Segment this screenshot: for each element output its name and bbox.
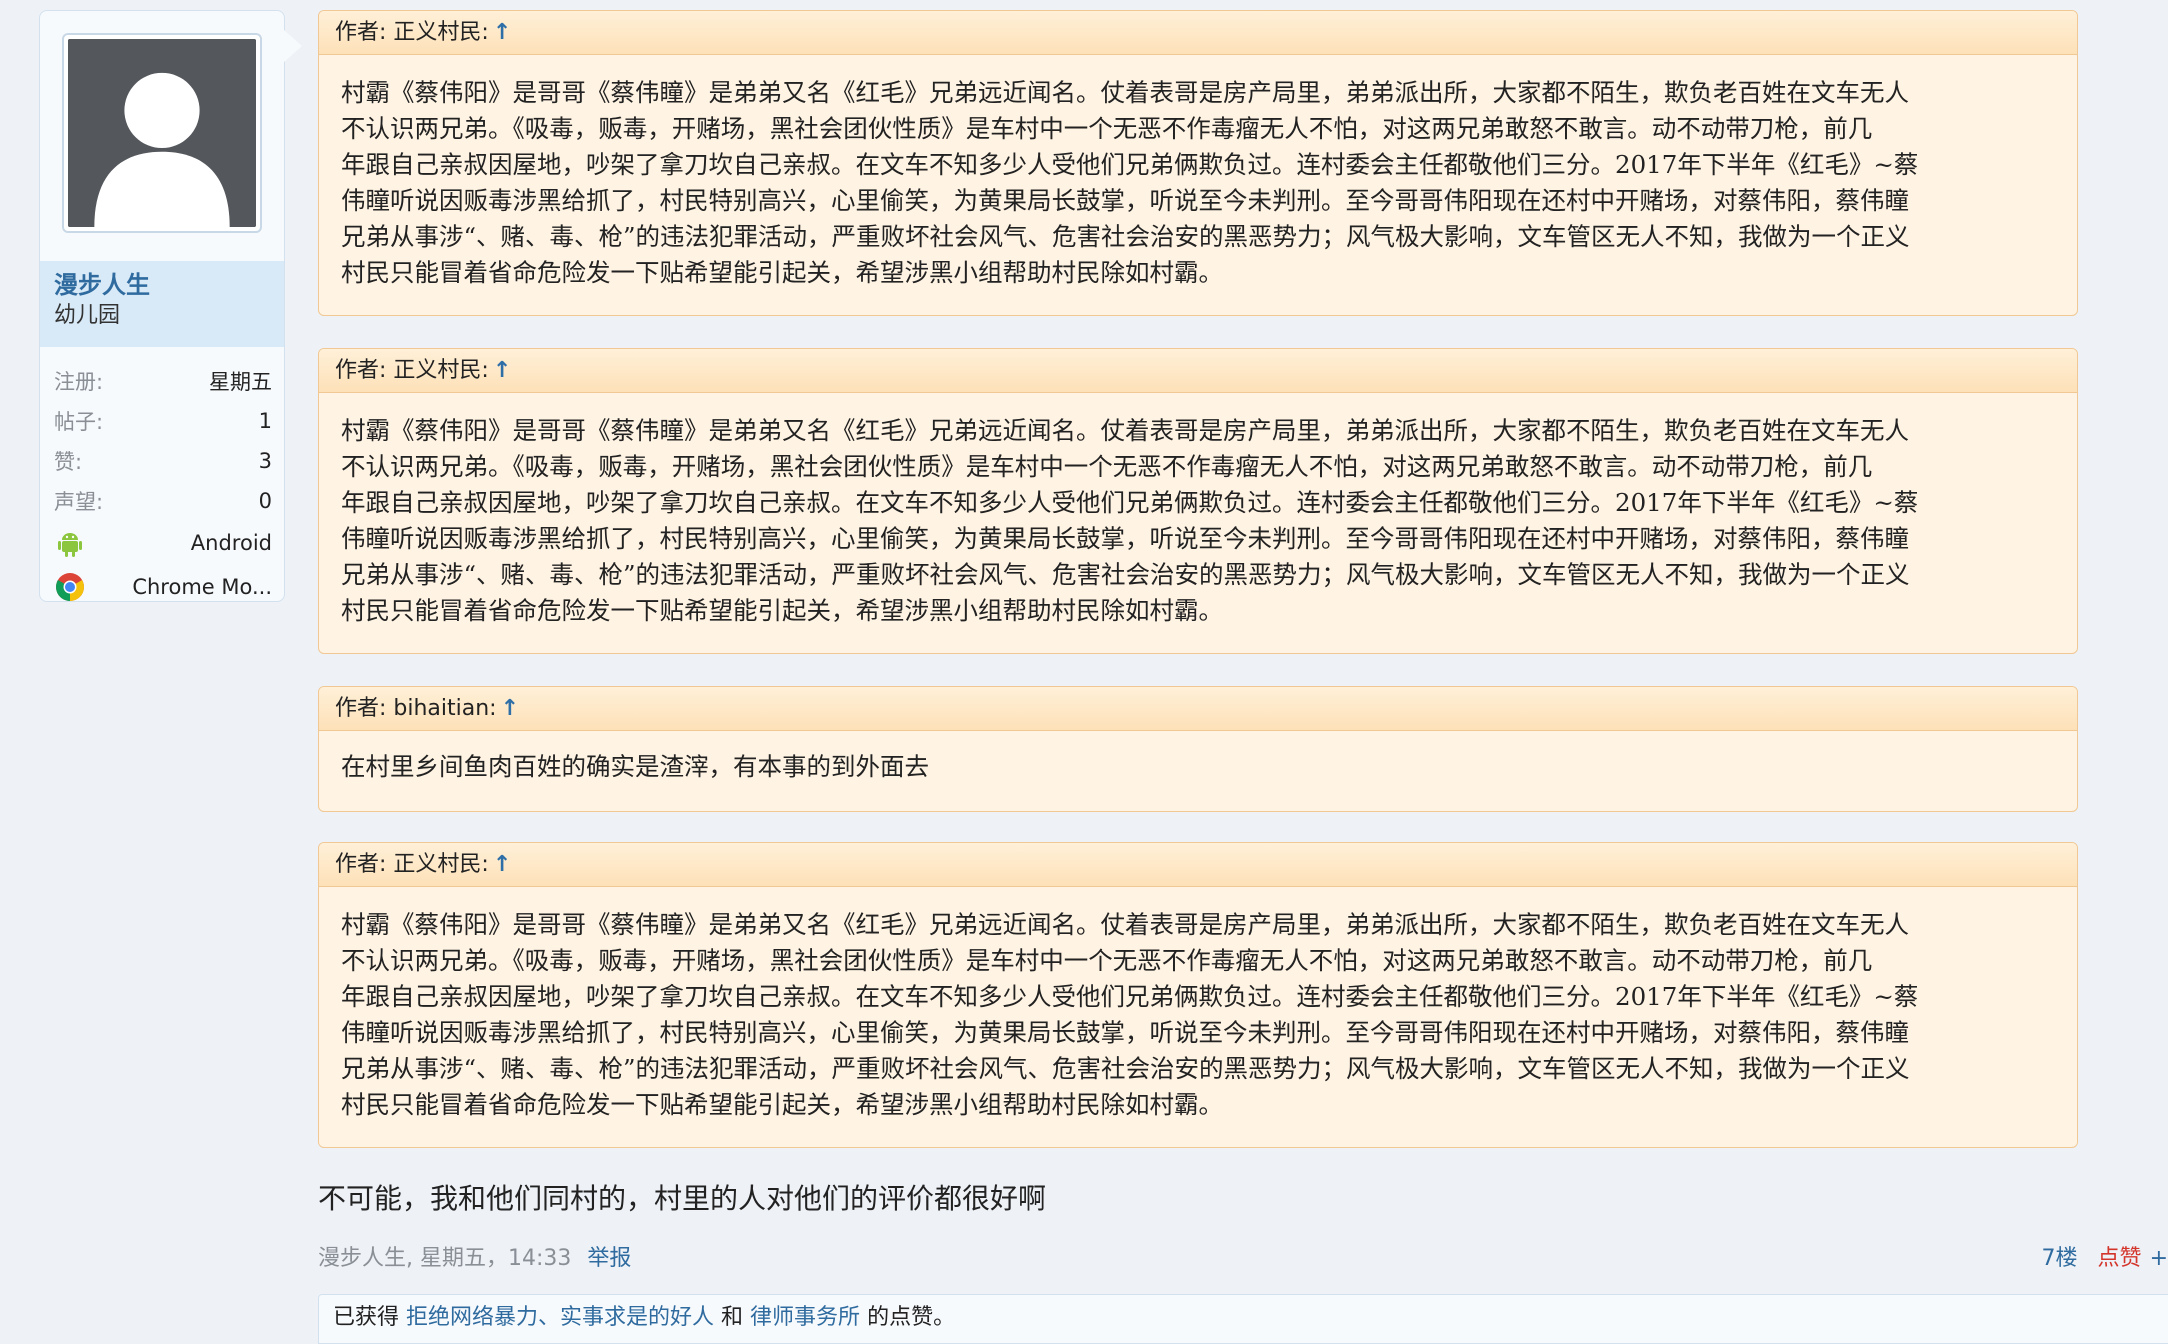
device-android: Android xyxy=(54,521,272,565)
liker-link[interactable]: 拒绝网络暴力、实事求是的好人 xyxy=(406,1305,714,1330)
stat-registered: 注册: 星期五 xyxy=(54,361,272,401)
jump-to-quote-icon[interactable]: ↑ xyxy=(501,696,519,721)
user-rank-title: 幼儿园 xyxy=(54,303,121,328)
post-actions: 7楼 点赞 + xyxy=(2042,1240,2168,1272)
quote-line: 村霸《蔡伟阳》是哥哥《蔡伟瞳》是弟弟又名《红毛》兄弟远近闻名。仗着表哥是房产局里… xyxy=(341,78,1909,107)
device-text: Chrome Mo... xyxy=(132,575,272,599)
quote-line: 不认识两兄弟。《吸毒，贩毒，开赌场，黑社会团伙性质》是车村中一个无恶不作毒瘤无人… xyxy=(341,946,1873,975)
stat-value: 1 xyxy=(258,409,272,433)
quote-block: 作者: 正义村民: ↑ 村霸《蔡伟阳》是哥哥《蔡伟瞳》是弟弟又名《红毛》兄弟远近闻… xyxy=(318,842,2078,1148)
likes-prefix: 已获得 xyxy=(333,1305,400,1330)
quote-line: 村民只能冒着省命危险发一下贴希望能引起关，希望涉黑小组帮助村民除如村霸。 xyxy=(341,596,1223,625)
quote-header: 作者: 正义村民: ↑ xyxy=(319,11,2077,55)
stat-label: 帖子: xyxy=(54,410,104,434)
device-text: Android xyxy=(190,531,272,555)
like-button[interactable]: 点赞 xyxy=(2098,1246,2142,1271)
device-browser: Chrome Mo... xyxy=(54,565,272,609)
stat-posts: 帖子: 1 xyxy=(54,401,272,441)
quote-line: 村民只能冒着省命危险发一下贴希望能引起关，希望涉黑小组帮助村民除如村霸。 xyxy=(341,258,1223,287)
stat-value: 3 xyxy=(258,449,272,473)
quote-line: 伟瞳听说因贩毒涉黑给抓了，村民特别高兴，心里偷笑，为黄果局长鼓掌，听说至今未判刑… xyxy=(341,1018,1909,1047)
quote-block: 作者: 正义村民: ↑ 村霸《蔡伟阳》是哥哥《蔡伟瞳》是弟弟又名《红毛》兄弟远近闻… xyxy=(318,348,2078,654)
quote-text: 村霸《蔡伟阳》是哥哥《蔡伟瞳》是弟弟又名《红毛》兄弟远近闻名。仗着表哥是房产局里… xyxy=(319,55,2077,291)
username-link[interactable]: 漫步人生 xyxy=(54,269,270,301)
quote-author: 作者: 正义村民: xyxy=(335,20,489,45)
stat-value: 星期五 xyxy=(209,370,272,394)
likes-suffix: 的点赞。 xyxy=(867,1305,956,1330)
quote-block: 作者: 正义村民: ↑ 村霸《蔡伟阳》是哥哥《蔡伟瞳》是弟弟又名《红毛》兄弟远近闻… xyxy=(318,10,2078,316)
stat-likes: 赞: 3 xyxy=(54,441,272,481)
quote-header: 作者: 正义村民: ↑ xyxy=(319,349,2077,393)
quote-block: 作者: bihaitian: ↑ 在村里乡间鱼肉百姓的确实是渣滓，有本事的到外面去 xyxy=(318,686,2078,812)
likes-summary: 已获得 拒绝网络暴力、实事求是的好人 和 律师事务所 的点赞。 xyxy=(318,1294,2168,1344)
quote-line: 年跟自己亲叔因屋地，吵架了拿刀坎自己亲叔。在文车不知多少人受他们兄弟俩欺负过。连… xyxy=(341,488,1919,517)
jump-to-quote-icon[interactable]: ↑ xyxy=(493,20,511,45)
user-name-block: 漫步人生 幼儿园 xyxy=(40,261,284,347)
chrome-icon xyxy=(54,571,86,603)
quote-author: 作者: bihaitian: xyxy=(335,696,497,721)
quote-author: 作者: 正义村民: xyxy=(335,852,489,877)
quote-line: 兄弟从事涉“、赌、毒、枪”的违法犯罪活动，严重败坏社会风气、危害社会治安的黑恶势… xyxy=(341,1054,1910,1083)
jump-to-quote-icon[interactable]: ↑ xyxy=(493,852,511,877)
avatar[interactable] xyxy=(62,33,262,233)
quote-line: 不认识两兄弟。《吸毒，贩毒，开赌场，黑社会团伙性质》是车村中一个无恶不作毒瘤无人… xyxy=(341,114,1873,143)
jump-to-quote-icon[interactable]: ↑ xyxy=(493,358,511,383)
quote-line: 兄弟从事涉“、赌、毒、枪”的违法犯罪活动，严重败坏社会风气、危害社会治安的黑恶势… xyxy=(341,222,1910,251)
quote-line: 村霸《蔡伟阳》是哥哥《蔡伟瞳》是弟弟又名《红毛》兄弟远近闻名。仗着表哥是房产局里… xyxy=(341,416,1909,445)
quote-line: 村霸《蔡伟阳》是哥哥《蔡伟瞳》是弟弟又名《红毛》兄弟远近闻名。仗着表哥是房产局里… xyxy=(341,910,1909,939)
stat-value: 0 xyxy=(258,489,272,513)
quote-header: 作者: bihaitian: ↑ xyxy=(319,687,2077,731)
quote-line: 兄弟从事涉“、赌、毒、枪”的违法犯罪活动，严重败坏社会风气、危害社会治安的黑恶势… xyxy=(341,560,1910,589)
quote-author: 作者: 正义村民: xyxy=(335,358,489,383)
post-author-time[interactable]: 漫步人生, 星期五，14:33 xyxy=(318,1246,571,1271)
quote-line: 年跟自己亲叔因屋地，吵架了拿刀坎自己亲叔。在文车不知多少人受他们兄弟俩欺负过。连… xyxy=(341,150,1919,179)
quote-line: 村民只能冒着省命危险发一下贴希望能引起关，希望涉黑小组帮助村民除如村霸。 xyxy=(341,1090,1223,1119)
post-message: 不可能，我和他们同村的，村里的人对他们的评价都很好啊 xyxy=(318,1182,1047,1215)
quote-line: 在村里乡间鱼肉百姓的确实是渣滓，有本事的到外面去 xyxy=(341,752,929,781)
stat-label: 注册: xyxy=(54,370,104,394)
liker-link[interactable]: 律师事务所 xyxy=(750,1305,860,1330)
stat-label: 声望: xyxy=(54,490,104,514)
report-link[interactable]: 举报 xyxy=(587,1246,631,1271)
android-icon xyxy=(54,527,86,559)
quote-line: 伟瞳听说因贩毒涉黑给抓了，村民特别高兴，心里偷笑，为黄果局长鼓掌，听说至今未判刑… xyxy=(341,524,1909,553)
quote-plus-button[interactable]: + xyxy=(2150,1246,2168,1271)
default-avatar-icon xyxy=(68,39,256,227)
quote-text: 在村里乡间鱼肉百姓的确实是渣滓，有本事的到外面去 xyxy=(319,731,2077,785)
floor-number-link[interactable]: 7楼 xyxy=(2042,1246,2078,1271)
stat-reputation: 声望: 0 xyxy=(54,481,272,521)
quote-text: 村霸《蔡伟阳》是哥哥《蔡伟瞳》是弟弟又名《红毛》兄弟远近闻名。仗着表哥是房产局里… xyxy=(319,887,2077,1123)
user-stats: 注册: 星期五 帖子: 1 赞: 3 声望: 0 Android Chrome … xyxy=(54,361,272,609)
quote-line: 不认识两兄弟。《吸毒，贩毒，开赌场，黑社会团伙性质》是车村中一个无恶不作毒瘤无人… xyxy=(341,452,1873,481)
quote-line: 年跟自己亲叔因屋地，吵架了拿刀坎自己亲叔。在文车不知多少人受他们兄弟俩欺负过。连… xyxy=(341,982,1919,1011)
likes-and: 和 xyxy=(721,1305,744,1330)
user-info-card: 漫步人生 幼儿园 注册: 星期五 帖子: 1 赞: 3 声望: 0 Androi… xyxy=(39,10,285,602)
quote-text: 村霸《蔡伟阳》是哥哥《蔡伟瞳》是弟弟又名《红毛》兄弟远近闻名。仗着表哥是房产局里… xyxy=(319,393,2077,629)
post-meta: 漫步人生, 星期五，14:33 举报 xyxy=(318,1240,631,1272)
stat-label: 赞: xyxy=(54,450,83,474)
quote-line: 伟瞳听说因贩毒涉黑给抓了，村民特别高兴，心里偷笑，为黄果局长鼓掌，听说至今未判刑… xyxy=(341,186,1909,215)
quote-header: 作者: 正义村民: ↑ xyxy=(319,843,2077,887)
card-pointer xyxy=(284,30,302,62)
